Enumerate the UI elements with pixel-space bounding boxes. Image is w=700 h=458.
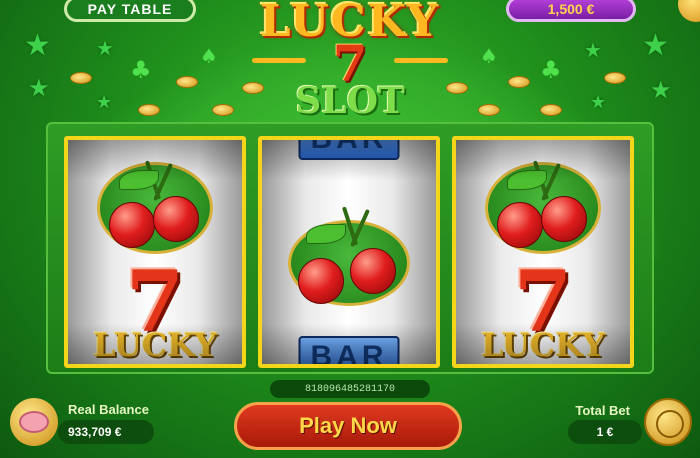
coin-icon xyxy=(138,104,160,116)
round-serial-number: 818096485281170 xyxy=(270,380,430,398)
lucky-seven-symbol: 7 LUCKY xyxy=(468,260,618,365)
total-bet-value[interactable]: 1 € xyxy=(568,420,642,444)
star-icon: ★ xyxy=(96,92,113,113)
clover-icon: ♠ xyxy=(480,44,498,68)
bar-symbol: BAR xyxy=(298,336,400,364)
star-icon: ★ xyxy=(642,28,669,63)
coin-icon xyxy=(604,72,626,84)
coin-icon xyxy=(540,104,562,116)
logo-bar-right xyxy=(394,58,448,63)
coin-stack-icon[interactable] xyxy=(644,398,692,446)
coin-icon xyxy=(176,76,198,88)
coin-icon xyxy=(508,76,530,88)
logo-seven: 7 xyxy=(332,34,368,93)
bar-symbol: BAR xyxy=(298,140,400,160)
star-icon: ★ xyxy=(590,92,607,113)
cherry-symbol xyxy=(286,206,412,310)
coin-icon xyxy=(478,104,500,116)
logo-bar-left xyxy=(252,58,306,63)
cherry-symbol xyxy=(483,160,603,256)
balance-chip[interactable]: 1,500 € xyxy=(506,0,636,22)
clover-icon: ♣ xyxy=(540,56,562,84)
lucky-word: LUCKY xyxy=(481,326,605,364)
reel-3: 7 LUCKY xyxy=(452,136,634,368)
lucky-word: LUCKY xyxy=(93,326,217,364)
coin-icon xyxy=(678,0,700,22)
bar-label: BAR xyxy=(298,140,400,160)
star-icon: ★ xyxy=(650,76,672,104)
star-icon: ★ xyxy=(96,36,114,60)
bar-label: BAR xyxy=(298,336,400,364)
clover-icon: ♣ xyxy=(130,56,152,84)
game-logo: LUCKY 7 SLOT xyxy=(230,0,470,128)
reels-frame: 7 LUCKY BAR BAR 7 LUCKY xyxy=(46,122,654,374)
piggy-bank-icon xyxy=(10,398,58,446)
star-icon: ★ xyxy=(24,28,51,63)
total-bet-label: Total Bet xyxy=(575,403,630,418)
coin-icon xyxy=(70,72,92,84)
reel-1: 7 LUCKY xyxy=(64,136,246,368)
cherry-symbol xyxy=(95,160,215,256)
star-icon: ★ xyxy=(584,38,602,62)
reel-2: BAR BAR xyxy=(258,136,440,368)
star-icon: ★ xyxy=(28,74,50,102)
lucky-seven-symbol: 7 LUCKY xyxy=(80,260,230,365)
play-now-button[interactable]: Play Now xyxy=(234,402,462,450)
real-balance-value: 933,709 € xyxy=(58,420,154,444)
logo-slot: SLOT xyxy=(295,80,405,122)
clover-icon: ♠ xyxy=(200,44,218,68)
real-balance-label: Real Balance xyxy=(68,402,149,417)
pay-table-button[interactable]: PAY TABLE xyxy=(64,0,196,22)
